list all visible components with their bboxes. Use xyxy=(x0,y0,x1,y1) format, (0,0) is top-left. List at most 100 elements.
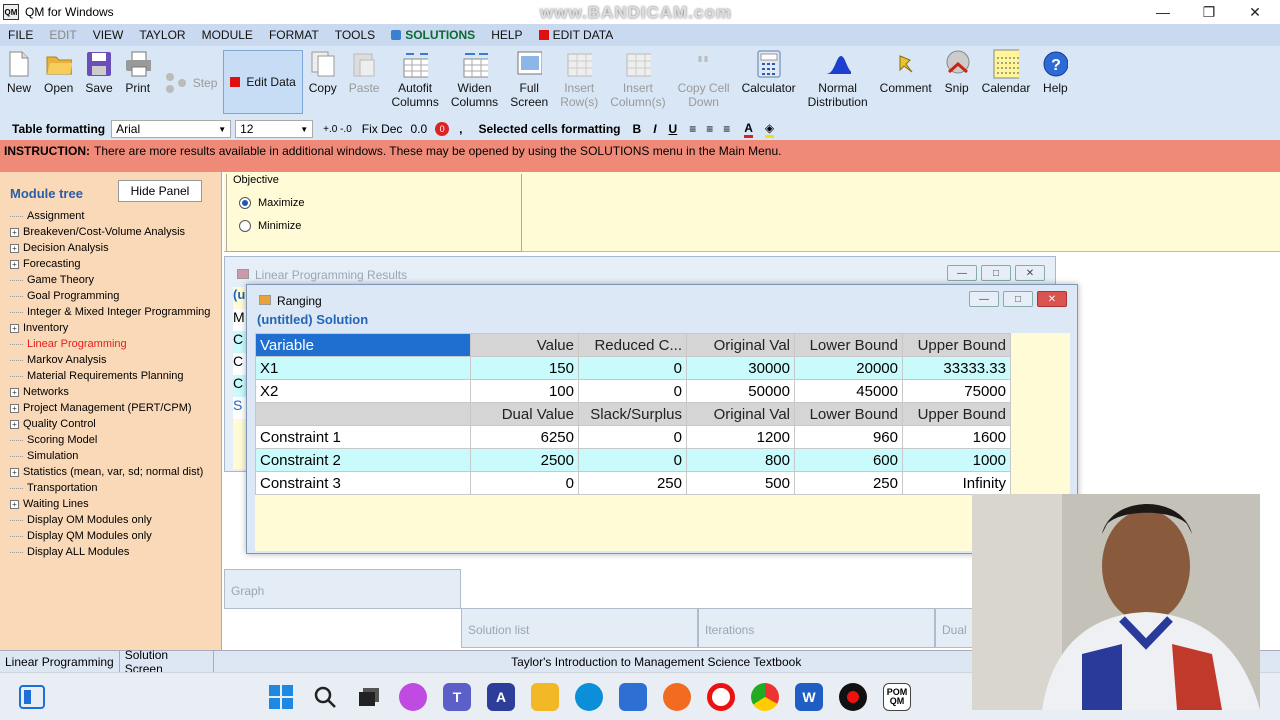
menu-edit-data[interactable]: EDIT DATA xyxy=(531,24,622,46)
column-header[interactable]: Upper Bound xyxy=(902,333,1011,357)
snip-button[interactable]: Snip xyxy=(938,50,976,116)
column-header[interactable]: Value xyxy=(470,333,579,357)
tree-item-integer-mixed-integer-programming[interactable]: Integer & Mixed Integer Programming xyxy=(10,304,220,320)
insert-columns-button[interactable]: Insert Column(s) xyxy=(604,50,671,116)
align-center-icon[interactable]: ≡ xyxy=(706,122,713,136)
tree-item-project-management-pert-cpm[interactable]: + Project Management (PERT/CPM) xyxy=(10,400,220,416)
decimal-value[interactable]: 0.0 xyxy=(410,122,427,136)
fix-dec-label[interactable]: Fix Dec xyxy=(362,122,403,136)
menu-module[interactable]: MODULE xyxy=(194,24,261,46)
open-button[interactable]: Open xyxy=(38,50,79,116)
file-explorer-icon[interactable] xyxy=(531,683,559,711)
table-cell[interactable]: 50000 xyxy=(686,379,795,403)
expand-plus-icon[interactable]: + xyxy=(10,499,19,509)
start-icon[interactable] xyxy=(267,683,295,711)
tree-item-material-requirements-planning[interactable]: Material Requirements Planning xyxy=(10,368,220,384)
menu-format[interactable]: FORMAT xyxy=(261,24,327,46)
comma-toggle[interactable]: , xyxy=(459,122,462,136)
minimize-radio[interactable]: Minimize xyxy=(239,220,301,232)
tree-item-game-theory[interactable]: Game Theory xyxy=(10,272,220,288)
column-header[interactable]: Reduced C... xyxy=(578,333,687,357)
menu-view[interactable]: VIEW xyxy=(85,24,132,46)
align-right-icon[interactable]: ≡ xyxy=(723,122,730,136)
tab-iterations[interactable]: Iterations xyxy=(698,608,935,648)
table-cell[interactable]: X2 xyxy=(255,379,471,403)
expand-plus-icon[interactable]: + xyxy=(10,259,19,269)
table-cell[interactable]: 0 xyxy=(470,471,579,495)
table-cell[interactable]: 1200 xyxy=(686,425,795,449)
table-cell[interactable]: 100 xyxy=(470,379,579,403)
menu-help[interactable]: HELP xyxy=(483,24,530,46)
table-cell[interactable]: 6250 xyxy=(470,425,579,449)
tree-item-display-om-modules-only[interactable]: Display OM Modules only xyxy=(10,512,220,528)
word-icon[interactable]: W xyxy=(795,683,823,711)
table-cell[interactable]: 0 xyxy=(578,356,687,380)
widgets-icon[interactable] xyxy=(18,683,46,711)
tree-item-forecasting[interactable]: + Forecasting xyxy=(10,256,220,272)
bold-button[interactable]: B xyxy=(633,122,642,136)
tree-item-linear-programming[interactable]: Linear Programming xyxy=(10,336,220,352)
print-button[interactable]: Print xyxy=(119,50,157,116)
tree-item-display-qm-modules-only[interactable]: Display QM Modules only xyxy=(10,528,220,544)
paste-button[interactable]: Paste xyxy=(343,50,386,116)
tab-graph[interactable]: Graph xyxy=(224,569,461,609)
expand-plus-icon[interactable]: + xyxy=(10,467,19,477)
align-left-icon[interactable]: ≡ xyxy=(689,122,696,136)
underline-button[interactable]: U xyxy=(669,122,678,136)
opera-icon[interactable] xyxy=(707,683,735,711)
comment-button[interactable]: Comment xyxy=(874,50,938,116)
tree-item-goal-programming[interactable]: Goal Programming xyxy=(10,288,220,304)
copy-cell-down-button[interactable]: Copy Cell Down xyxy=(672,50,736,116)
column-header[interactable]: Dual Value xyxy=(470,402,579,426)
ranging-close-button[interactable]: ✕ xyxy=(1037,291,1067,307)
widen-columns-button[interactable]: Widen Columns xyxy=(445,50,504,116)
table-cell[interactable]: 33333.33 xyxy=(902,356,1011,380)
menu-file[interactable]: FILE xyxy=(0,24,41,46)
table-cell[interactable]: 1600 xyxy=(902,425,1011,449)
table-cell[interactable]: X1 xyxy=(255,356,471,380)
ranging-maximize-button[interactable]: □ xyxy=(1003,291,1033,307)
menu-edit[interactable]: EDIT xyxy=(41,24,84,46)
expand-plus-icon[interactable]: + xyxy=(10,403,19,413)
ranging-minimize-button[interactable]: — xyxy=(969,291,999,307)
task-view-icon[interactable] xyxy=(355,683,383,711)
tree-item-display-all-modules[interactable]: Display ALL Modules xyxy=(10,544,220,560)
table-cell[interactable]: 0 xyxy=(578,448,687,472)
table-cell[interactable]: 75000 xyxy=(902,379,1011,403)
column-header[interactable]: Lower Bound xyxy=(794,333,903,357)
full-screen-button[interactable]: Full Screen xyxy=(504,50,554,116)
tree-item-quality-control[interactable]: + Quality Control xyxy=(10,416,220,432)
calculator-button[interactable]: Calculator xyxy=(736,50,802,116)
table-cell[interactable]: Infinity xyxy=(902,471,1011,495)
expand-plus-icon[interactable]: + xyxy=(10,243,19,253)
expand-plus-icon[interactable]: + xyxy=(10,387,19,397)
maximize-window-button[interactable]: ❐ xyxy=(1186,0,1232,24)
copilot-icon[interactable] xyxy=(399,683,427,711)
expand-plus-icon[interactable]: + xyxy=(10,419,19,429)
tree-item-decision-analysis[interactable]: + Decision Analysis xyxy=(10,240,220,256)
calendar-button[interactable]: Calendar xyxy=(976,49,1037,116)
tree-item-breakeven-cost-volume-analysis[interactable]: + Breakeven/Cost-Volume Analysis xyxy=(10,224,220,240)
edge-icon[interactable] xyxy=(575,683,603,711)
autofit-columns-button[interactable]: Autofit Columns xyxy=(385,50,444,116)
pom-qm-icon[interactable]: POM QM xyxy=(883,683,911,711)
expand-plus-icon[interactable]: + xyxy=(10,227,19,237)
maximize-radio[interactable]: Maximize xyxy=(239,197,304,209)
table-cell[interactable]: 45000 xyxy=(794,379,903,403)
close-window-button[interactable]: ✕ xyxy=(1232,0,1278,24)
lp-maximize-button[interactable]: □ xyxy=(981,265,1011,281)
insert-rows-button[interactable]: Insert Row(s) xyxy=(554,50,604,116)
tree-item-simulation[interactable]: Simulation xyxy=(10,448,220,464)
firefox-icon[interactable] xyxy=(663,683,691,711)
ranging-window[interactable]: Ranging — □ ✕ (untitled) Solution Variab… xyxy=(246,284,1078,554)
table-cell[interactable]: Constraint 2 xyxy=(255,448,471,472)
table-cell[interactable]: 0 xyxy=(578,379,687,403)
tree-item-waiting-lines[interactable]: + Waiting Lines xyxy=(10,496,220,512)
table-cell[interactable]: Constraint 3 xyxy=(255,471,471,495)
table-cell[interactable]: 150 xyxy=(470,356,579,380)
ai-app-icon[interactable]: A xyxy=(487,683,515,711)
menu-solutions[interactable]: SOLUTIONS xyxy=(383,24,483,46)
store-icon[interactable] xyxy=(619,683,647,711)
menu-taylor[interactable]: TAYLOR xyxy=(131,24,193,46)
tree-item-inventory[interactable]: + Inventory xyxy=(10,320,220,336)
